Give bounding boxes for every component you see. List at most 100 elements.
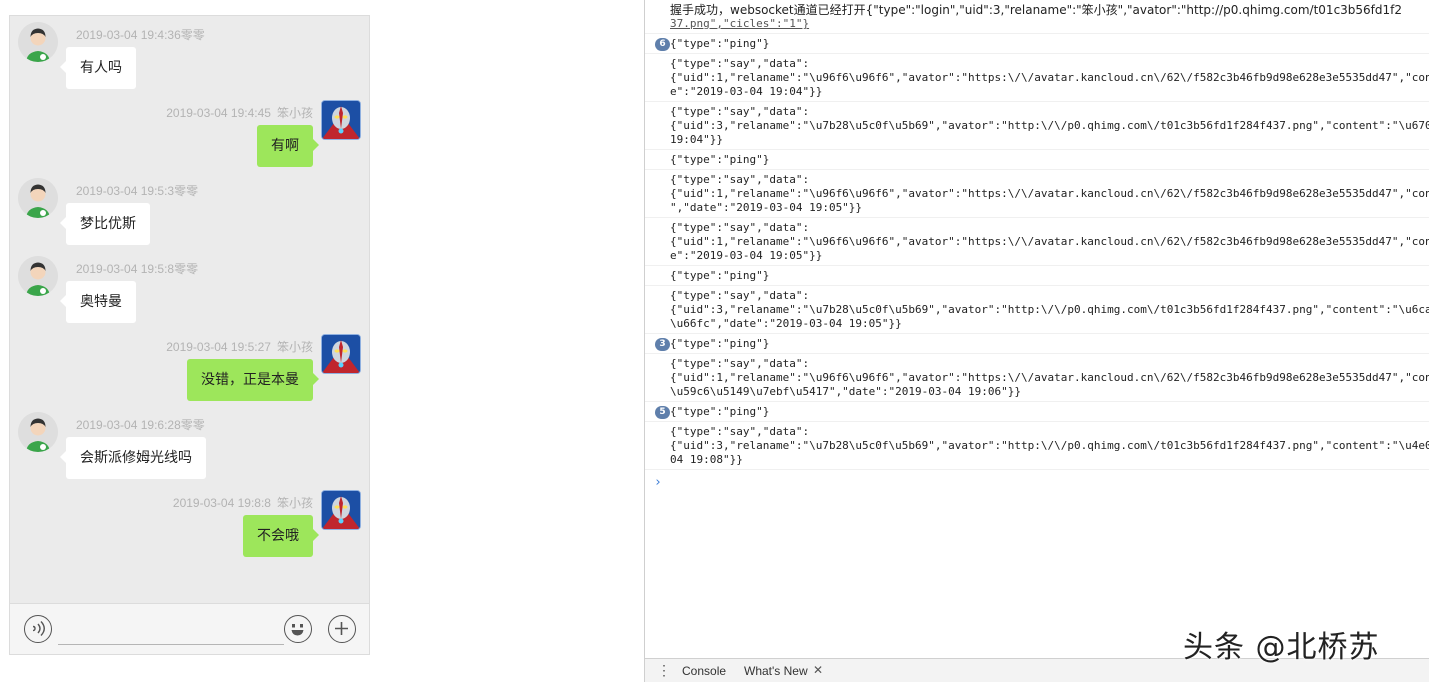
console-log-line: \u59c6\u5149\u7ebf\u5417","date":"2019-0… — [670, 385, 1021, 398]
message-sender: 零零 — [180, 418, 205, 432]
console-log-entry[interactable]: {"type":"say","data": {"uid":1,"relaname"… — [645, 354, 1429, 402]
console-log-line: {"type":"ping"} — [670, 337, 770, 350]
message-meta: 2019-03-04 19:8:8 笨小孩 — [173, 494, 313, 511]
console-log-entry[interactable]: {"type":"say","data": {"uid":3,"relaname"… — [645, 422, 1429, 470]
message-time: 2019-03-04 19:6:28 — [76, 418, 181, 432]
message-bubble: 没错，正是本曼 — [187, 359, 319, 401]
console-log-line: {"type":"say","data": — [670, 425, 810, 438]
console-log-line: \u66fc","date":"2019-03-04 19:05"}} — [670, 317, 902, 330]
message-bubble: 奥特曼 — [60, 281, 136, 323]
message-time: 2019-03-04 19:5:27 — [166, 340, 271, 354]
console-log-line: {"uid":1,"relaname":"\u96f6\u96f6","avat… — [670, 371, 1429, 384]
message-meta: 2019-03-04 19:6:28零零 — [76, 416, 205, 433]
console-log-line: {"type":"ping"} — [670, 153, 770, 166]
message-input[interactable] — [58, 616, 284, 645]
console-log-line: 握手成功，websocket通道已经打开{"type":"login","uid… — [670, 3, 1403, 17]
chat-message: 2019-03-04 19:5:27 笨小孩没错，正是本曼 — [10, 328, 369, 406]
console-log-line: {"uid":3,"relaname":"\u7b28\u5c0f\u5b69"… — [670, 303, 1429, 316]
message-sender: 零零 — [174, 184, 199, 198]
message-bubble: 梦比优斯 — [60, 203, 150, 245]
message-bubble: 有人吗 — [60, 47, 136, 89]
console-log-entry[interactable]: 3 {"type":"ping"} — [645, 334, 1429, 354]
message-list[interactable]: 2019-03-04 19:4:36零零 有人吗 2019-03-04 19:4:4… — [10, 16, 369, 606]
message-bubble: 不会哦 — [243, 515, 319, 557]
console-log-line: {"type":"say","data": — [670, 357, 810, 370]
console-log-line: {"uid":1,"relaname":"\u96f6\u96f6","avat… — [670, 71, 1429, 84]
message-time: 2019-03-04 19:4:36 — [76, 28, 181, 42]
console-log-line: {"type":"say","data": — [670, 289, 810, 302]
ultraman-avatar[interactable] — [321, 334, 361, 374]
message-time: 2019-03-04 19:8:8 — [172, 496, 271, 510]
chat-message: 2019-03-04 19:4:36零零有人吗 — [10, 16, 369, 94]
voice-icon[interactable] — [24, 615, 52, 643]
repeat-count-badge: 5 — [655, 406, 670, 419]
user-avatar[interactable] — [18, 22, 58, 62]
console-prompt[interactable]: › — [654, 475, 662, 490]
tab-whats-new[interactable]: What's New — [744, 664, 808, 678]
console-panel[interactable]: › 握手成功，websocket通道已经打开{"type":"login","u… — [645, 0, 1429, 658]
message-sender: 笨小孩 — [276, 106, 313, 120]
console-log-line: 37.png","cicles":"1"} — [670, 17, 810, 30]
console-log-line: ","date":"2019-03-04 19:05"}} — [670, 201, 863, 214]
message-time: 2019-03-04 19:4:45 — [166, 106, 271, 120]
console-log-line: {"type":"ping"} — [670, 405, 770, 418]
message-time: 2019-03-04 19:5:8 — [76, 262, 175, 276]
console-log-entry[interactable]: {"type":"say","data": {"uid":1,"relaname"… — [645, 170, 1429, 218]
console-log-line: {"uid":3,"relaname":"\u7b28\u5c0f\u5b69"… — [670, 119, 1429, 132]
console-log-entry[interactable]: {"type":"say","data": {"uid":3,"relaname"… — [645, 286, 1429, 334]
watermark: 头条 @北桥苏 — [1183, 630, 1380, 665]
console-log-entry[interactable]: {"type":"say","data": {"uid":1,"relaname"… — [645, 218, 1429, 266]
message-meta: 2019-03-04 19:4:36零零 — [76, 26, 205, 43]
message-bubble: 会斯派修姆光线吗 — [60, 437, 206, 479]
chat-message: 2019-03-04 19:5:3零零梦比优斯 — [10, 172, 369, 250]
console-log-entry[interactable]: {"type":"say","data": {"uid":3,"relaname"… — [645, 102, 1429, 150]
repeat-count-badge: 6 — [655, 38, 670, 51]
ultraman-avatar[interactable] — [321, 100, 361, 140]
ultraman-avatar[interactable] — [321, 490, 361, 530]
chat-window: 2019-03-04 19:4:36零零 有人吗 2019-03-04 19:4:4… — [9, 15, 370, 655]
chat-message: 2019-03-04 19:6:28零零会斯派修姆光线吗 — [10, 406, 369, 484]
message-time: 2019-03-04 19:5:3 — [76, 184, 175, 198]
console-log-entry[interactable]: 6 {"type":"ping"} — [645, 34, 1429, 54]
console-log-line: {"uid":3,"relaname":"\u7b28\u5c0f\u5b69"… — [670, 439, 1429, 452]
console-log-line: {"uid":1,"relaname":"\u96f6\u96f6","avat… — [670, 187, 1429, 200]
console-log-line: {"type":"say","data": — [670, 105, 810, 118]
message-meta: 2019-03-04 19:5:27 笨小孩 — [166, 338, 313, 355]
message-sender: 笨小孩 — [276, 496, 313, 510]
emoji-icon[interactable] — [284, 615, 312, 643]
message-sender: 零零 — [180, 28, 205, 42]
chat-message: 2019-03-04 19:5:8零零奥特曼 — [10, 250, 369, 328]
console-log-entry[interactable]: 5 {"type":"ping"} — [645, 402, 1429, 422]
console-log-line: 19:04"}} — [670, 133, 723, 146]
console-log-line: 04 19:08"}} — [670, 453, 743, 466]
message-meta: 2019-03-04 19:5:3零零 — [76, 182, 198, 199]
message-sender: 笨小孩 — [276, 340, 313, 354]
user-avatar[interactable] — [18, 178, 58, 218]
drawer-menu-icon[interactable]: ⋮ — [657, 662, 671, 679]
console-log-line: e":"2019-03-04 19:04"}} — [670, 85, 823, 98]
console-log-line: {"type":"say","data": — [670, 57, 810, 70]
chat-message: 2019-03-04 19:4:45 笨小孩有啊 — [10, 94, 369, 172]
console-log-line: {"type":"ping"} — [670, 269, 770, 282]
console-log-line: {"type":"say","data": — [670, 173, 810, 186]
chat-message: 2019-03-04 19:8:8 笨小孩不会哦 — [10, 484, 369, 562]
message-sender: 零零 — [174, 262, 199, 276]
message-meta: 2019-03-04 19:4:45 笨小孩 — [166, 104, 313, 121]
console-log-line: {"type":"say","data": — [670, 221, 810, 234]
tab-console[interactable]: Console — [682, 664, 726, 678]
console-log-entry[interactable]: {"type":"ping"} — [645, 150, 1429, 170]
user-avatar[interactable] — [18, 412, 58, 452]
user-avatar[interactable] — [18, 256, 58, 296]
repeat-count-badge: 3 — [655, 338, 670, 351]
console-log-entry[interactable]: 握手成功，websocket通道已经打开{"type":"login","uid… — [645, 0, 1429, 34]
console-log-line: {"uid":1,"relaname":"\u96f6\u96f6","avat… — [670, 235, 1429, 248]
chat-toolbar — [10, 603, 369, 654]
console-log-line: {"type":"ping"} — [670, 37, 770, 50]
plus-icon[interactable] — [328, 615, 356, 643]
console-log-entry[interactable]: {"type":"say","data": {"uid":1,"relaname"… — [645, 54, 1429, 102]
message-bubble: 有啊 — [257, 125, 319, 167]
console-log-line: e":"2019-03-04 19:05"}} — [670, 249, 823, 262]
message-meta: 2019-03-04 19:5:8零零 — [76, 260, 198, 277]
close-icon[interactable]: ✕ — [813, 663, 823, 677]
console-log-entry[interactable]: {"type":"ping"} — [645, 266, 1429, 286]
